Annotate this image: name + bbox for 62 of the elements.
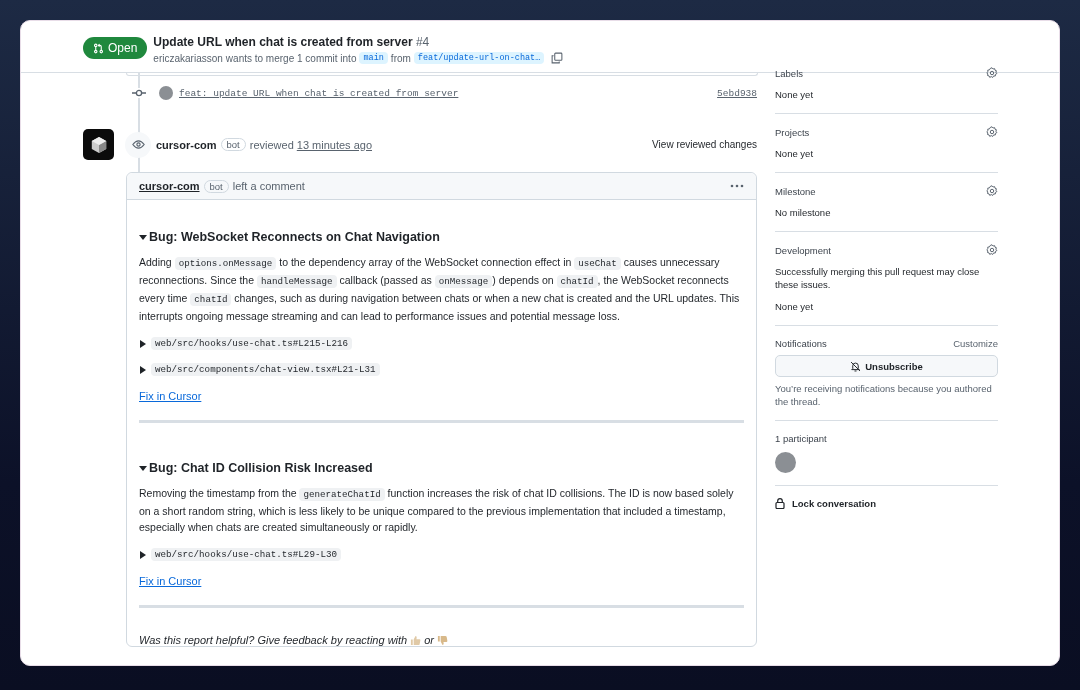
file-reference[interactable]: web/src/components/chat-view.tsx#L21-L31 bbox=[151, 363, 380, 376]
pull-request-icon bbox=[93, 42, 104, 54]
bug-title[interactable]: Bug: Chat ID Collision Risk Increased bbox=[149, 461, 373, 475]
settings-icon[interactable] bbox=[986, 67, 998, 79]
section-value: None yet bbox=[775, 147, 815, 160]
section-value: No milestone bbox=[775, 206, 832, 219]
feedback-prompt: Was this report helpful? Give feedback by reacting with bbox=[139, 634, 408, 646]
merge-text: wants to merge 1 commit into bbox=[225, 52, 357, 64]
section-title: 1 participant bbox=[775, 433, 827, 444]
section-title: Labels bbox=[775, 67, 803, 79]
more-options-icon[interactable] bbox=[730, 184, 744, 188]
status-badge: Open bbox=[83, 37, 148, 59]
feedback-or: or bbox=[424, 634, 434, 646]
bell-slash-icon bbox=[850, 360, 862, 372]
comment-author[interactable]: cursor-com bbox=[139, 180, 200, 192]
disclosure-triangle-icon[interactable] bbox=[139, 550, 147, 559]
bug-description: Adding options.onMessage to the dependency array of the WebSocket connection effect in useChat causes unnecessary reconnections. Since the handleMessage callback (passed as onMessage ) depends on chatId , the WebSocket reconnects every time chatId changes, such as during navigation between chats or when a new chat is created and the URL updates. This interrupts ongoing message streaming and can lead to performance issues and potential message loss. bbox=[139, 255, 741, 324]
customize-link[interactable]: Customize bbox=[953, 338, 998, 349]
comment-action: left a comment bbox=[232, 180, 305, 192]
section-title: Notifications bbox=[775, 338, 827, 349]
from-text: from bbox=[390, 52, 411, 64]
reviewer-name[interactable]: cursor-com bbox=[156, 138, 217, 151]
section-value: None yet bbox=[775, 88, 815, 101]
file-reference[interactable]: web/src/hooks/use-chat.ts#L29-L30 bbox=[151, 548, 341, 561]
disclosure-triangle-icon[interactable] bbox=[139, 464, 147, 472]
thumbs-down-icon bbox=[437, 634, 448, 646]
base-branch[interactable]: main bbox=[359, 52, 388, 64]
lock-icon bbox=[775, 498, 785, 509]
author-avatar bbox=[159, 86, 173, 100]
eye-icon bbox=[125, 131, 151, 158]
settings-icon[interactable] bbox=[986, 126, 998, 138]
cube-icon bbox=[89, 135, 108, 154]
copy-icon[interactable] bbox=[551, 52, 564, 64]
commit-message-link[interactable]: feat: update URL when chat is created from server bbox=[179, 87, 459, 99]
bug-description: Removing the timestamp from the generateChatId function increases the risk of chat ID collisions. The ID is now based solely on a short random string, which is less likely to be unique compared to the previous implementation that included a timestamp, especially when chats are created simultaneously or rapidly. bbox=[139, 486, 735, 535]
review-action: reviewed bbox=[249, 138, 294, 151]
author-link[interactable]: ericzakariasson bbox=[153, 52, 223, 64]
settings-icon[interactable] bbox=[986, 244, 998, 256]
disclosure-triangle-icon[interactable] bbox=[139, 233, 147, 241]
unsubscribe-button[interactable]: Unsubscribe bbox=[775, 355, 998, 377]
commit-sha-link[interactable]: 5ebd938 bbox=[717, 87, 757, 99]
notification-note: You’re receiving notifications because you authored the thread. bbox=[775, 382, 993, 408]
head-branch[interactable]: feat/update-url-on-chat… bbox=[413, 52, 545, 64]
section-title: Projects bbox=[775, 126, 810, 138]
section-title: Milestone bbox=[775, 185, 816, 197]
lock-conversation-link[interactable]: Lock conversation bbox=[792, 498, 876, 509]
bug-title[interactable]: Bug: WebSocket Reconnects on Chat Navigation bbox=[149, 230, 440, 244]
settings-icon[interactable] bbox=[986, 185, 998, 197]
disclosure-triangle-icon[interactable] bbox=[139, 365, 147, 374]
fix-in-cursor-link[interactable]: Fix in Cursor bbox=[139, 390, 202, 402]
pr-number: #4 bbox=[415, 35, 430, 49]
pr-title: Update URL when chat is created from server bbox=[153, 35, 413, 49]
section-value: None yet bbox=[775, 300, 815, 313]
thumbs-up-icon bbox=[410, 634, 422, 646]
section-title: Development bbox=[775, 244, 831, 256]
fix-in-cursor-link[interactable]: Fix in Cursor bbox=[139, 575, 202, 587]
review-time[interactable]: 13 minutes ago bbox=[296, 138, 372, 151]
participant-avatar[interactable] bbox=[775, 452, 796, 473]
disclosure-triangle-icon[interactable] bbox=[139, 339, 147, 348]
file-reference[interactable]: web/src/hooks/use-chat.ts#L215-L216 bbox=[151, 337, 352, 350]
development-description: Successfully merging this pull request may close these issues. bbox=[775, 265, 981, 291]
view-changes-link[interactable]: View reviewed changes bbox=[652, 139, 757, 150]
